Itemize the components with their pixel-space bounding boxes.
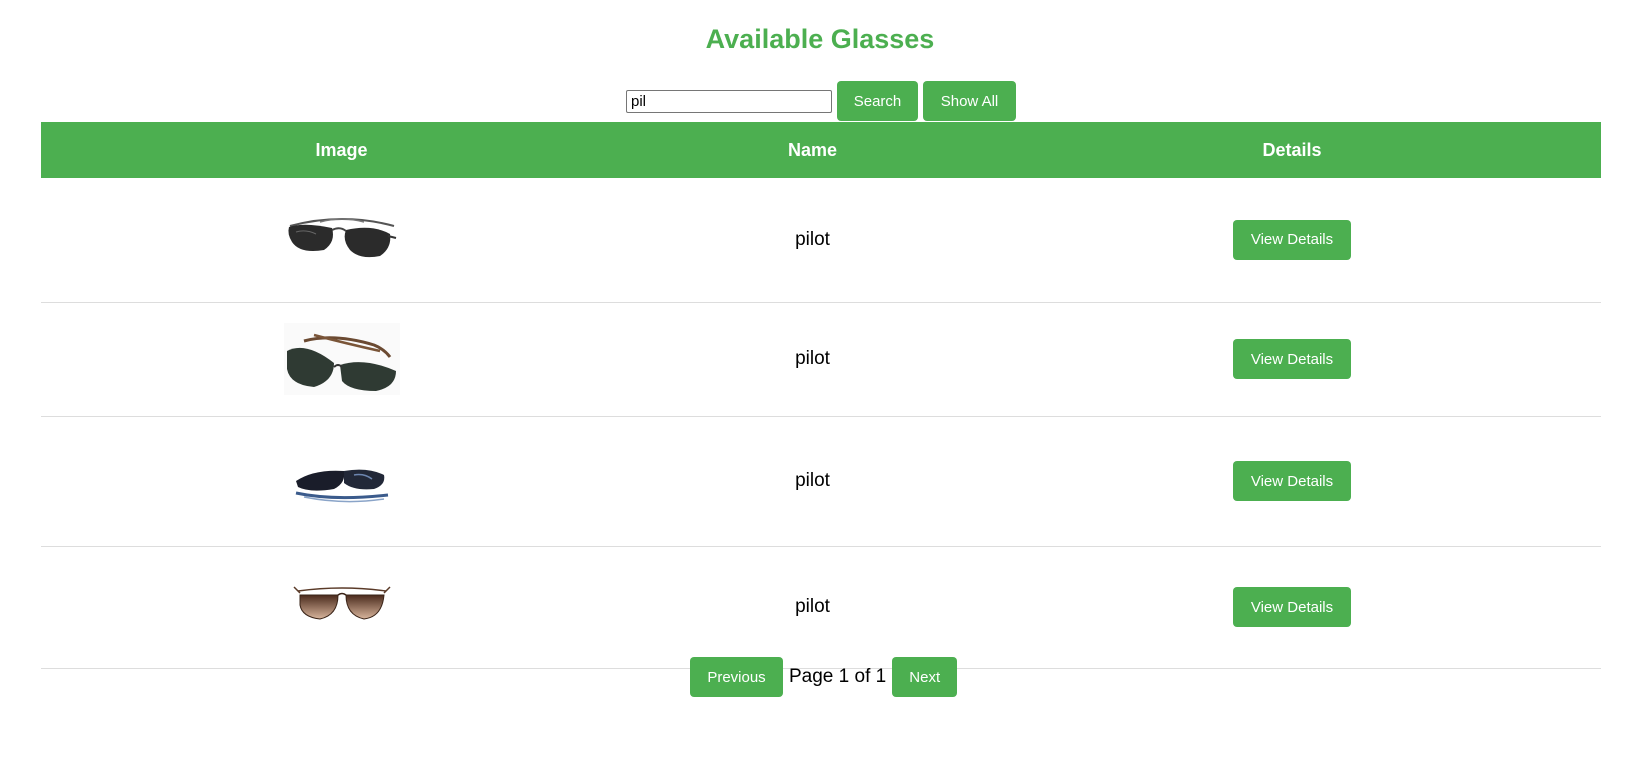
- view-details-button[interactable]: View Details: [1233, 219, 1351, 260]
- image-cell: [41, 302, 642, 416]
- brown-gradient-sunglasses-image: [283, 571, 400, 643]
- search-button[interactable]: Search: [837, 81, 918, 121]
- image-cell: [41, 416, 642, 546]
- previous-page-button[interactable]: Previous: [690, 657, 783, 697]
- details-cell: View Details: [983, 178, 1601, 302]
- show-all-button[interactable]: Show All: [923, 81, 1016, 121]
- image-cell: [41, 546, 642, 668]
- view-details-button[interactable]: View Details: [1233, 587, 1351, 627]
- details-cell: View Details: [983, 416, 1601, 546]
- details-cell: View Details: [983, 302, 1601, 416]
- table-row: pilot View Details: [41, 546, 1601, 668]
- image-cell: [41, 178, 642, 302]
- pagination: Previous Page 1 of 1 Next: [690, 657, 958, 697]
- table-row: pilot View Details: [41, 178, 1601, 302]
- page-indicator: Page 1 of 1: [789, 666, 887, 687]
- sport-sunglasses-image: [283, 445, 400, 517]
- next-page-button[interactable]: Next: [892, 657, 958, 697]
- name-cell: pilot: [795, 596, 830, 617]
- details-cell: View Details: [983, 546, 1601, 668]
- name-cell: pilot: [795, 228, 830, 250]
- search-input[interactable]: [626, 90, 832, 113]
- view-details-button[interactable]: View Details: [1233, 339, 1351, 379]
- view-details-button[interactable]: View Details: [1233, 461, 1351, 501]
- table-row: pilot View Details: [41, 302, 1601, 416]
- header-name: Name: [787, 139, 838, 160]
- name-cell: pilot: [795, 348, 830, 369]
- table-header-row: Image Name Details: [41, 122, 1601, 178]
- name-cell: pilot: [795, 470, 830, 491]
- glasses-table: Image Name Details pilot View Details pi…: [41, 122, 1601, 669]
- header-image: Image: [315, 139, 368, 160]
- header-details: Details: [1262, 139, 1322, 160]
- page-title: Available Glasses: [705, 24, 935, 54]
- folded-aviator-sunglasses-image: [283, 323, 400, 395]
- aviator-sunglasses-image: [283, 203, 400, 276]
- table-row: pilot View Details: [41, 416, 1601, 546]
- search-bar: Search Show All: [626, 81, 1016, 121]
